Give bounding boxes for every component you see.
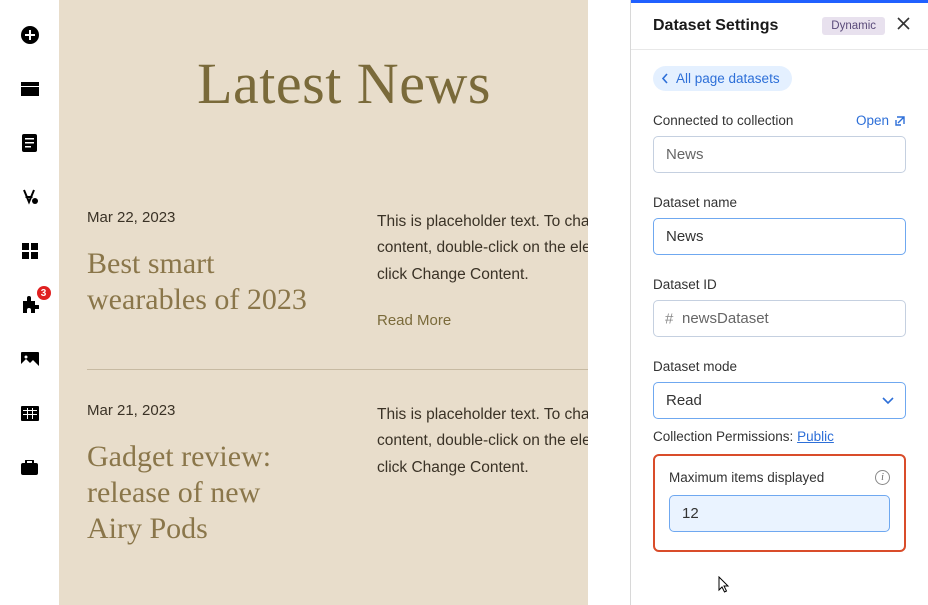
field-label: Dataset name (653, 195, 906, 210)
dataset-name-input[interactable] (653, 218, 906, 255)
panel-body: All page datasets Connected to collectio… (631, 50, 928, 605)
info-icon[interactable]: i (875, 470, 890, 485)
grid-icon (22, 243, 38, 259)
settings-panel: Dataset Settings Dynamic All page datase… (630, 0, 928, 605)
table-icon (21, 406, 39, 421)
field-label: Dataset ID (653, 277, 906, 292)
max-items-highlight: Maximum items displayed i (653, 454, 906, 552)
plugin-badge: 3 (37, 286, 51, 300)
close-button[interactable] (897, 17, 910, 35)
dataset-id-input[interactable] (653, 300, 906, 337)
pages-button[interactable] (19, 132, 41, 154)
dataset-name-block: Dataset name (653, 195, 906, 255)
editor-canvas: Latest News Mar 22, 2023 Best smart wear… (59, 0, 629, 605)
image-icon (21, 352, 39, 367)
canvas-gap (588, 0, 630, 605)
dataset-id-block: Dataset ID # (653, 277, 906, 337)
field-label: Maximum items displayed (669, 470, 824, 485)
permissions-link[interactable]: Public (797, 429, 834, 444)
panel-title: Dataset Settings (653, 17, 778, 35)
hash-icon: # (665, 310, 673, 327)
dataset-mode-block: Dataset mode Collection Permissions: Pub… (653, 359, 906, 444)
cms-button[interactable] (19, 402, 41, 424)
post-date: Mar 22, 2023 (87, 209, 317, 226)
media-button[interactable] (19, 348, 41, 370)
close-icon (897, 17, 910, 30)
plus-circle-icon (20, 25, 40, 45)
page-title: Latest News (87, 50, 601, 117)
plugins-button[interactable]: 3 (19, 294, 41, 316)
business-button[interactable] (19, 456, 41, 478)
open-collection-link[interactable]: Open (856, 113, 906, 128)
chevron-left-icon (661, 73, 668, 84)
collection-permissions-row: Collection Permissions: Public (653, 429, 906, 444)
add-button[interactable] (19, 24, 41, 46)
post-item: Mar 21, 2023 Gadget review: release of n… (87, 369, 601, 587)
post-date: Mar 21, 2023 (87, 402, 317, 419)
theme-button[interactable] (19, 186, 41, 208)
apps-button[interactable] (19, 240, 41, 262)
post-headline: Gadget review: release of new Airy Pods (87, 439, 317, 547)
connected-collection-block: Connected to collection Open (653, 113, 906, 173)
max-items-input[interactable] (669, 495, 890, 532)
field-label: Dataset mode (653, 359, 906, 374)
layers-icon (21, 82, 39, 96)
external-link-icon (894, 115, 906, 127)
connected-collection-input[interactable] (653, 136, 906, 173)
post-headline: Best smart wearables of 2023 (87, 246, 317, 318)
back-link[interactable]: All page datasets (653, 66, 792, 91)
theme-icon (21, 188, 39, 206)
panel-header: Dataset Settings Dynamic (631, 3, 928, 50)
left-toolbar: 3 (0, 0, 59, 605)
dataset-mode-select[interactable] (653, 382, 906, 419)
puzzle-icon (21, 296, 39, 314)
field-label: Connected to collection (653, 113, 793, 128)
dynamic-pill: Dynamic (822, 17, 885, 35)
briefcase-icon (21, 460, 38, 475)
layers-button[interactable] (19, 78, 41, 100)
page-icon (22, 134, 37, 152)
post-item: Mar 22, 2023 Best smart wearables of 202… (87, 177, 601, 369)
